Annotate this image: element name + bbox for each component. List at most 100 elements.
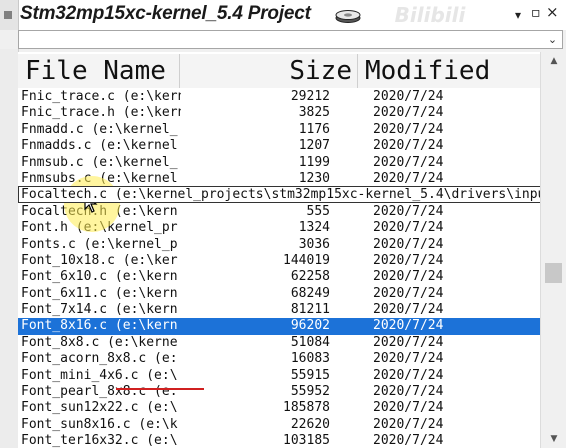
file-size: 51084: [290, 334, 330, 350]
file-size: 81211: [290, 302, 330, 318]
file-size: 55915: [290, 367, 330, 383]
column-header-file-name[interactable]: File Name: [18, 54, 180, 88]
window-menu-button[interactable]: [0, 0, 19, 30]
project-disk-icon: [335, 10, 361, 23]
title-bar: Stm32mp15xc-kernel_5.4 Project Bilibili …: [0, 0, 566, 30]
file-name: Fonts.c (e:\kernel_p: [21, 236, 178, 252]
file-name: Font_sun8x16.c (e:\k: [21, 416, 178, 432]
file-size: 16083: [290, 351, 330, 367]
list-item[interactable]: Font_6x11.c (e:\kern 68249 2020/7/24: [18, 286, 540, 302]
file-size: 103185: [283, 433, 330, 448]
list-item[interactable]: Font_sun8x16.c (e:\k 22620 2020/7/24: [18, 417, 540, 433]
file-name: Fnic_trace.c (e:\kern: [21, 89, 181, 104]
file-name: Font_8x8.c (e:\kerne: [21, 334, 178, 350]
file-modified: 2020/7/24: [373, 203, 444, 219]
list-item[interactable]: Fnmadds.c (e:\kernel 1207 2020/7/24: [18, 138, 540, 154]
full-path-tooltip: Focaltech.c (e:\kernel_projects\stm32mp1…: [18, 186, 540, 204]
file-modified: 2020/7/24: [373, 154, 444, 170]
file-modified: 2020/7/24: [373, 236, 444, 252]
list-item[interactable]: Font_mini_4x6.c (e:\ 55915 2020/7/24: [18, 368, 540, 384]
file-modified: 2020/7/24: [373, 433, 444, 448]
file-modified: 2020/7/24: [373, 318, 444, 334]
scroll-up-icon[interactable]: ▲: [546, 54, 562, 68]
file-size: 1230: [298, 170, 330, 186]
file-size: 68249: [290, 285, 330, 301]
file-size: 55952: [290, 384, 330, 400]
file-size: 185878: [283, 400, 330, 416]
file-size: 62258: [290, 269, 330, 285]
file-name: Fnmadds.c (e:\kernel: [21, 138, 178, 154]
window-menu-icon: [4, 11, 12, 19]
list-item[interactable]: Font_7x14.c (e:\kern 81211 2020/7/24: [18, 302, 540, 318]
list-item[interactable]: Fnic_trace.h (e:\kern 3825 2020/7/24: [18, 105, 540, 121]
file-size: 96202: [290, 318, 330, 334]
file-name: Font_ter16x32.c (e:\: [21, 433, 178, 448]
file-name: Fnic_trace.h (e:\kern: [21, 105, 181, 121]
file-size: 22620: [290, 416, 330, 432]
file-modified: 2020/7/24: [373, 170, 444, 186]
chevron-down-icon[interactable]: ⌄: [546, 33, 559, 46]
file-modified: 2020/7/24: [373, 138, 444, 154]
window-title: Stm32mp15xc-kernel_5.4 Project: [20, 3, 311, 24]
file-modified: 2020/7/24: [373, 252, 444, 268]
file-name: Focaltech.c (e:\kernel_projects\stm32mp1…: [18, 186, 540, 204]
file-name: Font_6x10.c (e:\kern: [21, 269, 178, 285]
list-item[interactable]: Font_acorn_8x8.c (e: 16083 2020/7/24: [18, 351, 540, 367]
list-item[interactable]: Font_10x18.c (e:\ker 144019 2020/7/24: [18, 253, 540, 269]
file-list[interactable]: File Name Size Modified Fnic_trace.c (e:…: [18, 52, 540, 448]
list-item[interactable]: Font_sun12x22.c (e:\ 185878 2020/7/24: [18, 400, 540, 416]
file-modified: 2020/7/24: [373, 105, 444, 121]
file-modified: 2020/7/24: [373, 89, 444, 104]
pin-icon[interactable]: ▾: [515, 9, 521, 21]
file-modified: 2020/7/24: [373, 367, 444, 383]
file-name: Font_mini_4x6.c (e:\: [21, 367, 178, 383]
file-size: 29212: [290, 89, 330, 104]
file-modified: 2020/7/24: [373, 285, 444, 301]
scroll-down-icon[interactable]: ▼: [546, 432, 562, 446]
list-item[interactable]: Fonts.c (e:\kernel_p 3036 2020/7/24: [18, 237, 540, 253]
file-modified: 2020/7/24: [373, 220, 444, 236]
file-modified: 2020/7/24: [373, 384, 444, 400]
file-modified: 2020/7/24: [373, 269, 444, 285]
restore-icon[interactable]: ▫: [531, 6, 541, 20]
red-annotation-underline: [116, 388, 204, 390]
file-size: 3825: [298, 105, 330, 121]
list-item[interactable]: Font_6x10.c (e:\kern 62258 2020/7/24: [18, 269, 540, 285]
file-name: Font_8x16.c (e:\kern: [21, 318, 178, 334]
file-modified: 2020/7/24: [373, 121, 444, 137]
file-size: 1324: [298, 220, 330, 236]
file-name: Fnmsub.c (e:\kernel_: [21, 154, 178, 170]
list-item[interactable]: Font_pearl_8x8.c (e: 55952 2020/7/24: [18, 384, 540, 400]
close-icon[interactable]: ×: [546, 5, 559, 20]
list-item-expanded-tooltip[interactable]: Focaltech.c (e:\kernel_projects\stm32mp1…: [18, 186, 540, 204]
file-modified: 2020/7/24: [373, 400, 444, 416]
list-item[interactable]: Fnic_trace.c (e:\kern 29212 2020/7/24: [18, 89, 540, 105]
column-header-size[interactable]: Size: [180, 54, 358, 88]
file-size: 3036: [298, 236, 330, 252]
file-name: Font_10x18.c (e:\ker: [21, 252, 178, 268]
column-header-modified[interactable]: Modified: [358, 54, 540, 88]
file-name: Font_6x11.c (e:\kern: [21, 285, 178, 301]
file-name: Font_pearl_8x8.c (e:: [21, 384, 178, 400]
file-name: Font_sun12x22.c (e:\: [21, 400, 178, 416]
file-modified: 2020/7/24: [373, 416, 444, 432]
vertical-scrollbar[interactable]: ▲ ▼: [540, 52, 566, 448]
list-item-selected[interactable]: Font_8x16.c (e:\kern 96202 2020/7/24: [18, 318, 540, 335]
watermark: Bilibili: [394, 3, 466, 27]
list-item[interactable]: Fnmadd.c (e:\kernel_ 1176 2020/7/24: [18, 122, 540, 138]
symbol-filter-combo[interactable]: ⌄: [18, 30, 563, 49]
file-modified: 2020/7/24: [373, 302, 444, 318]
file-name: Fnmadd.c (e:\kernel_: [21, 121, 178, 137]
file-size: 555: [306, 203, 330, 219]
list-item[interactable]: Font_ter16x32.c (e:\ 103185 2020/7/24: [18, 433, 540, 448]
left-gutter: [0, 49, 19, 448]
file-rows: Fnic_trace.c (e:\kern 29212 2020/7/24 Fnic…: [18, 89, 540, 448]
file-size: 1176: [298, 121, 330, 137]
file-modified: 2020/7/24: [373, 334, 444, 350]
list-item[interactable]: Fnmsub.c (e:\kernel_ 1199 2020/7/24: [18, 155, 540, 171]
file-name: Font_acorn_8x8.c (e:: [21, 351, 178, 367]
file-modified: 2020/7/24: [373, 351, 444, 367]
list-item[interactable]: Font_8x8.c (e:\kerne 51084 2020/7/24: [18, 335, 540, 351]
scroll-thumb[interactable]: [545, 263, 562, 283]
file-size: 1199: [298, 154, 330, 170]
